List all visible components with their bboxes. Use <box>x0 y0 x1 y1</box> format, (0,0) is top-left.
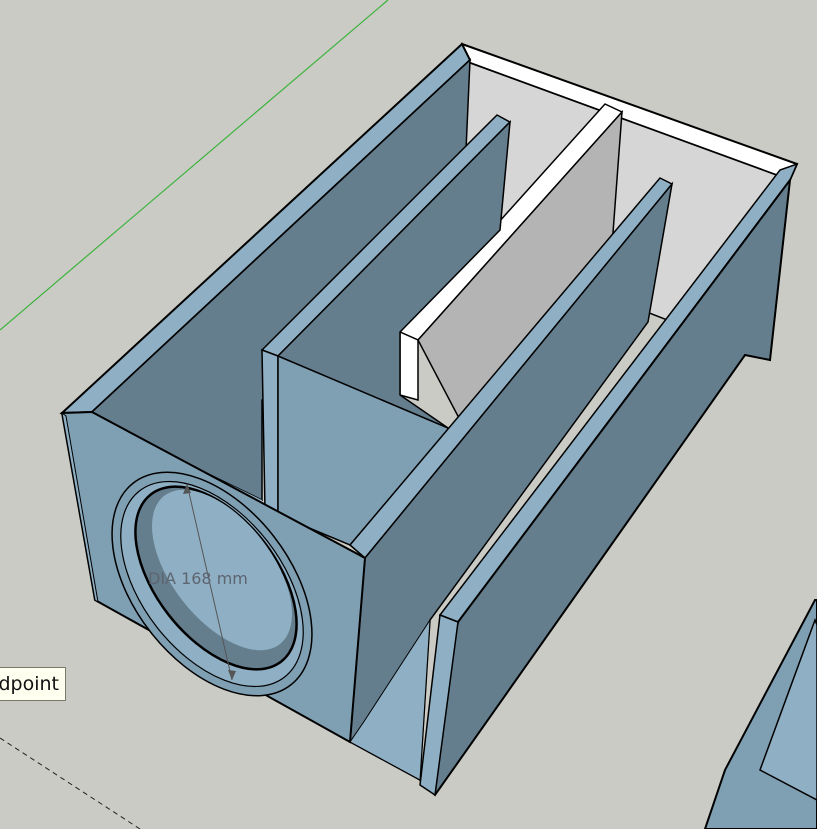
baffle-1-edge <box>261 348 279 517</box>
model-canvas[interactable]: DIA 168 mm <box>0 0 817 829</box>
dashed-axis-line <box>0 737 141 829</box>
diameter-dimension-label[interactable]: DIA 168 mm <box>148 569 248 588</box>
center-divider-front-edge <box>399 330 419 401</box>
modeling-viewport[interactable]: DIA 168 mm Endpoint <box>0 0 817 829</box>
inference-tooltip: Endpoint <box>0 667 66 701</box>
